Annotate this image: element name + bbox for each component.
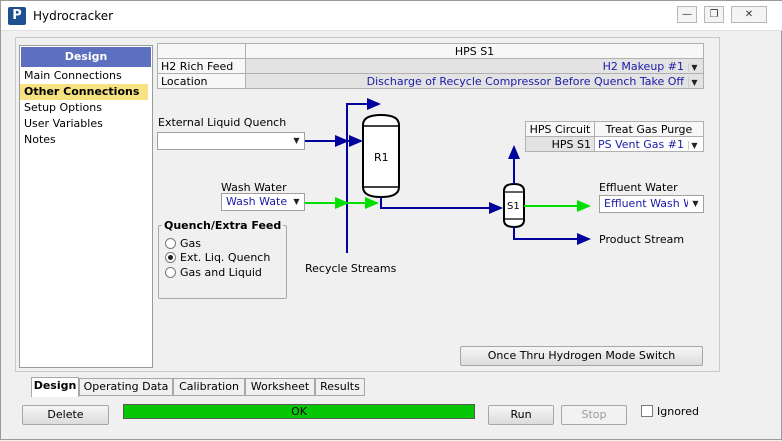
tab-design[interactable]: Design [31, 377, 79, 397]
process-flow-diagram: R1 S1 [305, 98, 591, 253]
tab-worksheet[interactable]: Worksheet [245, 378, 315, 396]
run-button[interactable]: Run [488, 405, 554, 425]
recycle-streams-label: Recycle Streams [305, 262, 397, 275]
effluent-water-label: Effluent Water [599, 181, 678, 194]
treat-gas-purge-select[interactable]: PS Vent Gas #1 ▼ [593, 136, 705, 152]
reactor-effluent-stream [380, 197, 503, 214]
once-thru-hydrogen-button[interactable]: Once Thru Hydrogen Mode Switch [460, 346, 703, 366]
chevron-down-icon[interactable]: ▼ [688, 196, 703, 212]
stop-button[interactable]: Stop [561, 405, 627, 425]
checkbox-unchecked-icon[interactable] [641, 405, 653, 417]
product-stream-label: Product Stream [599, 233, 685, 246]
ignored-checkbox[interactable]: Ignored [641, 405, 699, 418]
effluent-water-select[interactable]: Effluent Wash W ▼ [599, 195, 704, 213]
chevron-down-icon[interactable]: ▼ [688, 140, 700, 150]
delete-button[interactable]: Delete [22, 405, 109, 425]
separator-label: S1 [507, 201, 520, 212]
hydrocracker-window: P Hydrocracker — ❐ ✕ Design Main Connect… [0, 0, 782, 440]
hps-circuit-header: HPS Circuit [525, 121, 595, 137]
treat-gas-purge-header: Treat Gas Purge [593, 121, 705, 137]
hps-row-label: HPS S1 [525, 136, 595, 152]
reactor-label: R1 [374, 151, 389, 164]
product-stream-line [513, 227, 591, 245]
tab-results[interactable]: Results [315, 378, 365, 396]
status-bar: OK [123, 404, 475, 419]
tab-operating-data[interactable]: Operating Data [79, 378, 173, 396]
tab-calibration[interactable]: Calibration [173, 378, 245, 396]
hps-circuit-grid: HPS Circuit Treat Gas Purge HPS S1 PS Ve… [525, 121, 705, 152]
